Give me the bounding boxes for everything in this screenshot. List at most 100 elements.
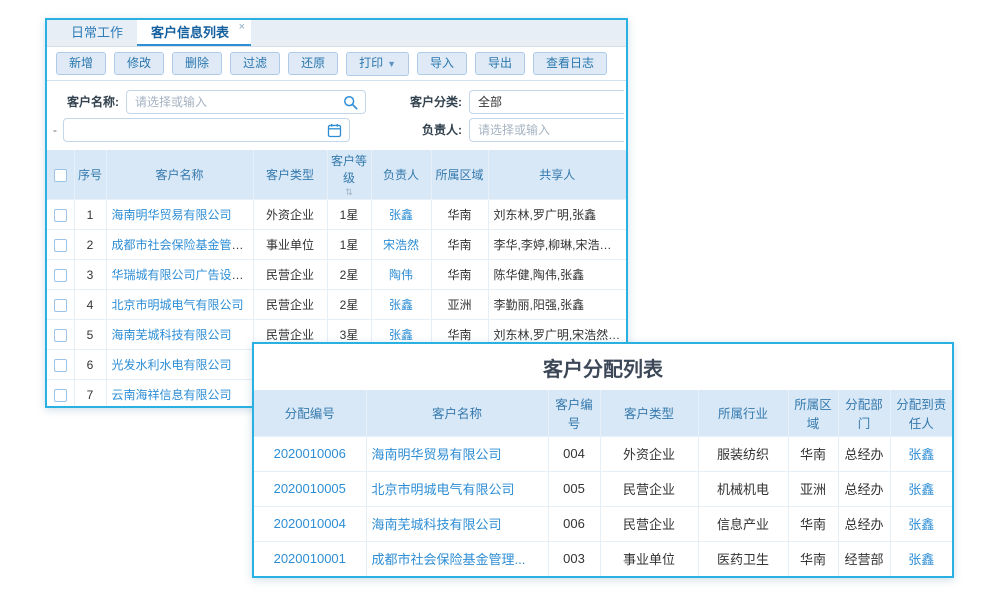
tab-customer-info-list[interactable]: 客户信息列表 × — [137, 20, 251, 46]
customer-name-link[interactable]: 海南芜城科技有限公司 — [112, 328, 232, 342]
assignee-link[interactable]: 张鑫 — [908, 517, 934, 532]
table-row: 2020010005 北京市明城电气有限公司 005 民营企业 机械机电 亚洲 … — [254, 471, 952, 506]
select-all-checkbox[interactable] — [54, 169, 67, 182]
alloc-no-link[interactable]: 2020010006 — [274, 446, 346, 461]
row-checkbox[interactable] — [54, 299, 67, 312]
add-button[interactable]: 新增 — [56, 52, 106, 75]
assignee-link[interactable]: 张鑫 — [908, 482, 934, 497]
customer-name-link[interactable]: 北京市明城电气有限公司 — [372, 482, 515, 497]
cell-region: 华南 — [431, 260, 488, 290]
customer-name-link[interactable]: 云南海祥信息有限公司 — [112, 388, 232, 402]
header-customer-type: 客户类型 — [600, 390, 698, 436]
filter-button[interactable]: 过滤 — [230, 52, 280, 75]
cell-seq: 4 — [74, 290, 106, 320]
print-button[interactable]: 打印▼ — [346, 52, 409, 76]
row-checkbox[interactable] — [54, 269, 67, 282]
cell-seq: 1 — [74, 200, 106, 230]
customer-name-link[interactable]: 光发水利水电有限公司 — [112, 358, 232, 372]
customer-allocation-panel: 客户分配列表 分配编号 客户名称 客户编号 客户类型 所属行业 所属区域 分配部… — [252, 342, 954, 578]
cell-region: 华南 — [788, 436, 838, 471]
header-customer-name: 客户名称 — [106, 150, 253, 200]
cell-shared: 刘东林,罗广明,张鑫 — [488, 200, 626, 230]
customer-name-input-wrap — [126, 90, 366, 114]
header-alloc-no: 分配编号 — [254, 390, 366, 436]
alloc-no-link[interactable]: 2020010004 — [274, 516, 346, 531]
owner-link[interactable]: 张鑫 — [389, 328, 413, 342]
table-row: 4 北京市明城电气有限公司 民营企业 2星 张鑫 亚洲 李勤丽,阳强,张鑫 — [47, 290, 626, 320]
owner-link[interactable]: 张鑫 — [389, 208, 413, 222]
date-input[interactable] — [72, 123, 323, 137]
cell-dept: 总经办 — [838, 436, 890, 471]
cell-region: 华南 — [788, 541, 838, 576]
search-icon[interactable] — [343, 95, 358, 110]
owner-link[interactable]: 张鑫 — [389, 298, 413, 312]
header-assignee: 分配到责任人 — [890, 390, 952, 436]
delete-button[interactable]: 删除 — [172, 52, 222, 75]
import-button[interactable]: 导入 — [417, 52, 467, 75]
assignee-link[interactable]: 张鑫 — [908, 552, 934, 567]
cell-region: 亚洲 — [788, 471, 838, 506]
row-checkbox[interactable] — [54, 209, 67, 222]
customer-name-input[interactable] — [135, 95, 339, 109]
alloc-no-link[interactable]: 2020010005 — [274, 481, 346, 496]
calendar-icon[interactable] — [327, 123, 342, 138]
toolbar: 新增 修改 删除 过滤 还原 打印▼ 导入 导出 查看日志 — [47, 47, 626, 81]
close-icon[interactable]: × — [239, 21, 245, 33]
cell-seq: 2 — [74, 230, 106, 260]
customer-name-link[interactable]: 海南明华贸易有限公司 — [112, 208, 232, 222]
date-input-wrap — [63, 118, 350, 142]
owner-input[interactable] — [478, 123, 598, 137]
tab-daily-work[interactable]: 日常工作 — [57, 20, 137, 46]
customer-name-link[interactable]: 海南芜城科技有限公司 — [372, 517, 502, 532]
owner-link[interactable]: 陶伟 — [389, 268, 413, 282]
table-row: 2020010001 成都市社会保险基金管理... 003 事业单位 医药卫生 … — [254, 541, 952, 576]
cell-type: 事业单位 — [253, 230, 327, 260]
restore-button[interactable]: 还原 — [288, 52, 338, 75]
row-checkbox[interactable] — [54, 239, 67, 252]
cell-customer-no: 004 — [548, 436, 600, 471]
cell-level: 1星 — [327, 230, 371, 260]
cell-type: 外资企业 — [600, 436, 698, 471]
customer-category-select[interactable] — [478, 95, 598, 109]
cell-type: 事业单位 — [600, 541, 698, 576]
customer-category-select-wrap — [469, 90, 624, 114]
header-industry: 所属行业 — [698, 390, 788, 436]
customer-name-link[interactable]: 成都市社会保险基金管理... — [372, 552, 526, 567]
customer-allocation-table: 分配编号 客户名称 客户编号 客户类型 所属行业 所属区域 分配部门 分配到责任… — [254, 390, 952, 577]
customer-name-link[interactable]: 北京市明城电气有限公司 — [112, 298, 244, 312]
table-header-row: 序号 客户名称 客户类型 客户等级 ⇅ 负责人 所属区域 共享人 — [47, 150, 626, 200]
header-customer-level[interactable]: 客户等级 ⇅ — [327, 150, 371, 200]
tab-bar: 日常工作 客户信息列表 × — [47, 20, 626, 47]
customer-name-link[interactable]: 成都市社会保险基金管理... — [112, 238, 254, 252]
sort-icon[interactable]: ⇅ — [331, 188, 368, 197]
header-customer-type: 客户类型 — [253, 150, 327, 200]
customer-category-label: 客户分类: — [396, 93, 462, 110]
row-checkbox[interactable] — [54, 389, 67, 402]
owner-input-wrap — [469, 118, 624, 142]
cell-seq: 5 — [74, 320, 106, 350]
table-header-row: 分配编号 客户名称 客户编号 客户类型 所属行业 所属区域 分配部门 分配到责任… — [254, 390, 952, 436]
alloc-no-link[interactable]: 2020010001 — [274, 551, 346, 566]
cell-dept: 经营部 — [838, 541, 890, 576]
cell-level: 1星 — [327, 200, 371, 230]
cell-customer-no: 006 — [548, 506, 600, 541]
row-checkbox[interactable] — [54, 359, 67, 372]
export-button[interactable]: 导出 — [475, 52, 525, 75]
cell-shared: 李华,李婷,柳琳,宋浩然,张鑫 — [488, 230, 626, 260]
header-region: 所属区域 — [431, 150, 488, 200]
filter-area: 客户名称: 客户分类: - — [47, 81, 626, 150]
view-log-button[interactable]: 查看日志 — [533, 52, 607, 75]
customer-name-link[interactable]: 华瑞城有限公司广告设计部 — [112, 268, 254, 282]
customer-name-link[interactable]: 海南明华贸易有限公司 — [372, 447, 502, 462]
header-shared: 共享人 — [488, 150, 626, 200]
cell-region: 华南 — [431, 230, 488, 260]
cell-customer-no: 003 — [548, 541, 600, 576]
header-customer-name: 客户名称 — [366, 390, 548, 436]
assignee-link[interactable]: 张鑫 — [908, 447, 934, 462]
edit-button[interactable]: 修改 — [114, 52, 164, 75]
cell-industry: 机械机电 — [698, 471, 788, 506]
owner-link[interactable]: 宋浩然 — [383, 238, 419, 252]
row-checkbox[interactable] — [54, 329, 67, 342]
header-region: 所属区域 — [788, 390, 838, 436]
customer-name-label: 客户名称: — [53, 93, 119, 110]
